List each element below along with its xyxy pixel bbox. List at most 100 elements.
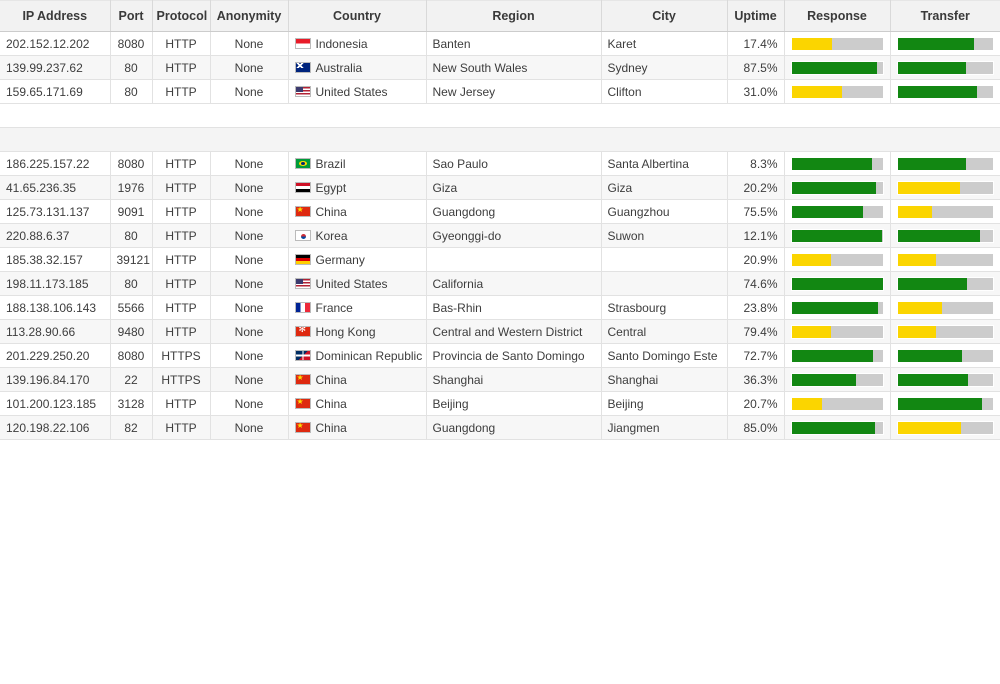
cell-country: Germany — [288, 247, 427, 272]
cell-region: Central and Western District — [426, 319, 602, 344]
transfer-bar-track — [896, 156, 994, 171]
cell-anonymity: None — [210, 199, 289, 224]
cell-uptime: 75.5% — [727, 199, 785, 224]
cell-anonymity: None — [210, 79, 289, 104]
table-body-top: 202.152.12.202 8080 HTTP None Indonesia Bante… — [0, 31, 1000, 104]
table-row[interactable]: 188.138.106.143 5566 HTTP None France Bas-Rhi… — [0, 295, 1000, 320]
table-row[interactable]: 202.152.12.202 8080 HTTP None Indonesia Bante… — [0, 31, 1000, 56]
cell-city: Central — [601, 319, 728, 344]
cell-response — [784, 55, 891, 80]
country-name: France — [315, 300, 353, 315]
response-bar-track — [790, 84, 884, 99]
table-row[interactable]: 220.88.6.37 80 HTTP None Korea Gyeonggi-do Suw… — [0, 223, 1000, 248]
cell-port: 1976 — [110, 175, 153, 200]
cell-transfer — [890, 151, 1000, 176]
cell-country: Egypt — [288, 175, 427, 200]
cell-port: 9480 — [110, 319, 153, 344]
column-header-country[interactable]: Country — [288, 0, 427, 32]
cell-protocol: HTTP — [152, 199, 211, 224]
column-header-uptime[interactable]: Uptime — [727, 0, 785, 32]
cell-ip-address: 159.65.171.69 — [0, 79, 111, 104]
cell-uptime: 87.5% — [727, 55, 785, 80]
cell-city: Shanghai — [601, 367, 728, 392]
cell-city — [601, 247, 728, 272]
cell-ip-address: 202.152.12.202 — [0, 31, 111, 56]
table-row[interactable]: 185.38.32.157 39121 HTTP None Germany 20.9% — [0, 247, 1000, 272]
cell-region: Gyeonggi-do — [426, 223, 602, 248]
country-flag-icon — [294, 326, 311, 337]
cell-anonymity: None — [210, 271, 289, 296]
response-bar-track — [790, 348, 884, 363]
table-row[interactable]: 198.11.173.185 80 HTTP None United States Cal… — [0, 271, 1000, 296]
transfer-bar-track — [896, 84, 994, 99]
transfer-bar-track — [896, 396, 994, 411]
cell-port: 3128 — [110, 391, 153, 416]
column-header-port[interactable]: Port — [110, 0, 153, 32]
cell-port: 39121 — [110, 247, 153, 272]
table-row[interactable]: 125.73.131.1379091HTTPNone China Guangdong… — [0, 199, 1000, 224]
cell-protocol: HTTP — [152, 31, 211, 56]
cell-transfer — [890, 415, 1000, 440]
response-bar-track — [790, 300, 884, 315]
cell-region: Shanghai — [426, 367, 602, 392]
cell-transfer — [890, 247, 1000, 272]
table-body-gap — [0, 103, 1000, 152]
cell-anonymity: None — [210, 175, 289, 200]
response-bar-fill — [791, 181, 877, 194]
cell-anonymity: None — [210, 247, 289, 272]
cell-uptime: 23.8% — [727, 295, 785, 320]
table-row[interactable]: 41.65.236.35 1976 HTTP None Egypt Giza Giza 20.… — [0, 175, 1000, 200]
cell-ip-address: 41.65.236.35 — [0, 175, 111, 200]
response-bar-fill — [791, 61, 878, 74]
table-row[interactable]: 120.198.22.10682HTTPNone China GuangdongJi… — [0, 415, 1000, 440]
response-bar-track — [790, 156, 884, 171]
country-name: Germany — [315, 252, 365, 267]
cell-region: Provincia de Santo Domingo — [426, 343, 602, 368]
cell-anonymity: None — [210, 319, 289, 344]
cell-city: Karet — [601, 31, 728, 56]
cell-country: Hong Kong — [288, 319, 427, 344]
transfer-bar-track — [896, 372, 994, 387]
transfer-bar-fill — [897, 157, 967, 170]
cell-transfer — [890, 79, 1000, 104]
column-header-anonymity[interactable]: Anonymity — [210, 0, 289, 32]
transfer-bar-fill — [897, 325, 936, 338]
table-row[interactable]: 139.99.237.62 80 HTTP None Australia New Sout… — [0, 55, 1000, 80]
transfer-bar-fill — [897, 277, 968, 290]
cell-country: Indonesia — [288, 31, 427, 56]
cell-protocol: HTTP — [152, 391, 211, 416]
column-header-ip-address[interactable]: IP Address — [0, 0, 111, 32]
country-name: United States — [315, 276, 388, 291]
table-row[interactable]: 201.229.250.20 8080 HTTPS None Dominican Rep… — [0, 343, 1000, 368]
response-bar-fill — [791, 205, 864, 218]
table-row[interactable]: 186.225.157.22 8080 HTTP None Brazil Sao Paul… — [0, 151, 1000, 176]
table-row[interactable]: 113.28.90.669480HTTPNone Hong Kong Central… — [0, 319, 1000, 344]
cell-protocol: HTTP — [152, 151, 211, 176]
cell-response — [784, 295, 891, 320]
response-bar-track — [790, 180, 884, 195]
column-header-city[interactable]: City — [601, 0, 728, 32]
response-bar-track — [790, 324, 884, 339]
transfer-bar-track — [896, 420, 994, 435]
header-row: IP Address Port Protocol Anonymity Count… — [0, 0, 1000, 32]
column-header-region[interactable]: Region — [426, 0, 602, 32]
cell-country: France — [288, 295, 427, 320]
column-header-response[interactable]: Response — [784, 0, 891, 32]
table-row[interactable]: 159.65.171.69 80 HTTP None United States New … — [0, 79, 1000, 104]
response-bar-track — [790, 60, 884, 75]
cell-region: Banten — [426, 31, 602, 56]
cell-region: Beijing — [426, 391, 602, 416]
column-header-transfer[interactable]: Transfer — [890, 0, 1000, 32]
cell-transfer — [890, 343, 1000, 368]
table-row[interactable]: 101.200.123.1853128HTTPNone China BeijingB… — [0, 391, 1000, 416]
cell-uptime: 20.7% — [727, 391, 785, 416]
cell-transfer — [890, 367, 1000, 392]
table-row[interactable]: 139.196.84.17022HTTPSNone China ShanghaiSh… — [0, 367, 1000, 392]
cell-transfer — [890, 295, 1000, 320]
response-bar-fill — [791, 229, 882, 242]
transfer-bar-track — [896, 204, 994, 219]
country-flag-icon — [294, 254, 311, 265]
column-header-protocol[interactable]: Protocol — [152, 0, 211, 32]
transfer-bar-fill — [897, 373, 969, 386]
transfer-bar-fill — [897, 349, 963, 362]
